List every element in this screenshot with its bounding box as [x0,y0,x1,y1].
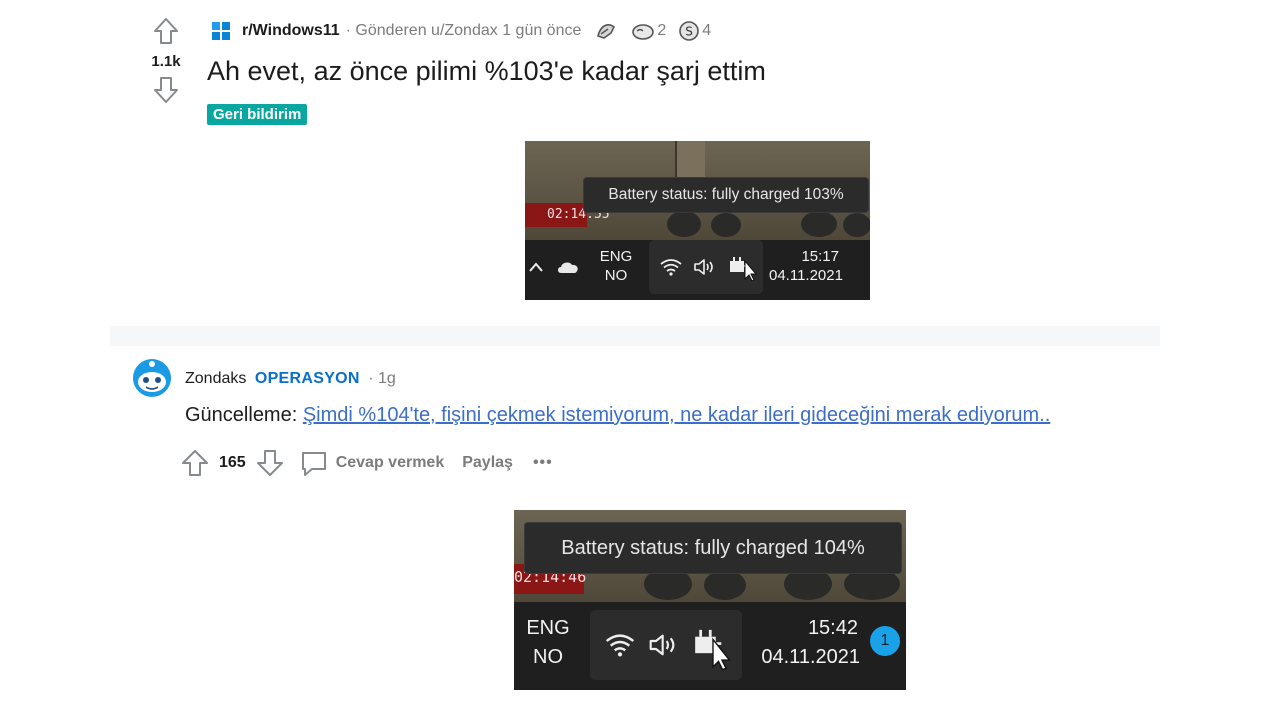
comment-actions: 165 Cevap vermek Paylaş ••• [181,448,553,478]
language-indicator[interactable]: ENG NO [593,248,639,286]
more-options-button[interactable]: ••• [533,454,553,472]
taskbar: ENG NO [525,240,870,300]
chevron-up-icon[interactable] [527,256,545,278]
comment-author[interactable]: Zondaks [185,370,246,387]
battery-tooltip: Battery status: fully charged 104% [524,522,902,574]
upvote-button[interactable] [151,16,181,46]
silver-award-icon: S [679,21,700,41]
volume-icon [691,256,719,278]
taskbar: ENG NO [514,604,906,690]
notification-badge[interactable]: 1 [870,626,900,656]
comment-prefix: Güncelleme: [185,404,303,426]
posted-by-text: · Gönderen u/Zondax 1 gün önce [345,22,582,39]
comment-author-flair: OPERASYON [254,370,360,387]
comment-time: · 1g [368,370,396,387]
section-divider [110,326,1160,346]
cloud-icon[interactable] [555,256,581,278]
comment-body: Güncelleme: Şimdi %104'te, fişini çekmek… [185,404,1050,427]
arrow-down-icon [256,450,283,476]
quick-settings-tray[interactable] [649,240,763,294]
snoo-avatar-icon [133,359,171,397]
post-vote-count: 1.1k [151,53,181,70]
subreddit-link[interactable]: r/Windows11 [242,22,340,40]
reply-button[interactable]: Cevap vermek [300,449,444,477]
clock[interactable]: 15:42 04.11.2021 [750,616,860,670]
comment-image[interactable]: 02:14:46 Battery status: fully charged 1… [514,510,906,690]
avatar[interactable] [131,358,173,398]
post-flair[interactable]: Geri bildirim [207,104,308,125]
comment-bubble-icon [301,452,326,476]
wifi-icon [657,256,685,278]
share-button[interactable]: Paylaş [462,454,513,472]
battery-charging-icon [690,622,736,672]
downvote-button[interactable] [151,75,181,105]
award-silver[interactable]: S 4 [678,20,711,42]
comment-downvote-button[interactable] [256,449,284,477]
arrow-down-icon [154,77,178,103]
wholesome-award-icon [632,24,655,40]
comment-upvote-button[interactable] [181,449,209,477]
comment-vote-count: 165 [219,454,246,471]
clock[interactable]: 15:17 04.11.2021 [769,248,859,286]
arrow-up-icon [154,18,178,44]
arrow-up-icon [182,450,208,476]
post-vote-column: 1.1k [141,16,191,105]
quick-settings-tray[interactable] [590,610,742,680]
post-meta-row: r/Windows11 · Gönderen u/Zondax 1 gün ön… [212,20,711,42]
language-indicator[interactable]: ENG NO [520,616,576,670]
volume-icon [646,630,682,660]
award-wholesome[interactable]: 2 [631,21,666,41]
wifi-icon [602,630,638,660]
post-title[interactable]: Ah evet, az önce pilimi %103'e kadar şar… [207,56,766,87]
medal-award-icon [597,24,616,39]
award-medal[interactable] [595,21,619,41]
svg-text:S: S [685,25,693,39]
comment-link[interactable]: Şimdi %104'te, fişini çekmek istemiyorum… [303,404,1050,426]
battery-charging-icon [725,252,759,282]
comment-header: Zondaks OPERASYON · 1g [185,370,396,388]
windows-logo-icon [212,22,230,40]
post-image[interactable]: 02:14:55 Battery status: fully charged 1… [525,141,870,300]
battery-tooltip: Battery status: fully charged 103% [583,177,869,213]
